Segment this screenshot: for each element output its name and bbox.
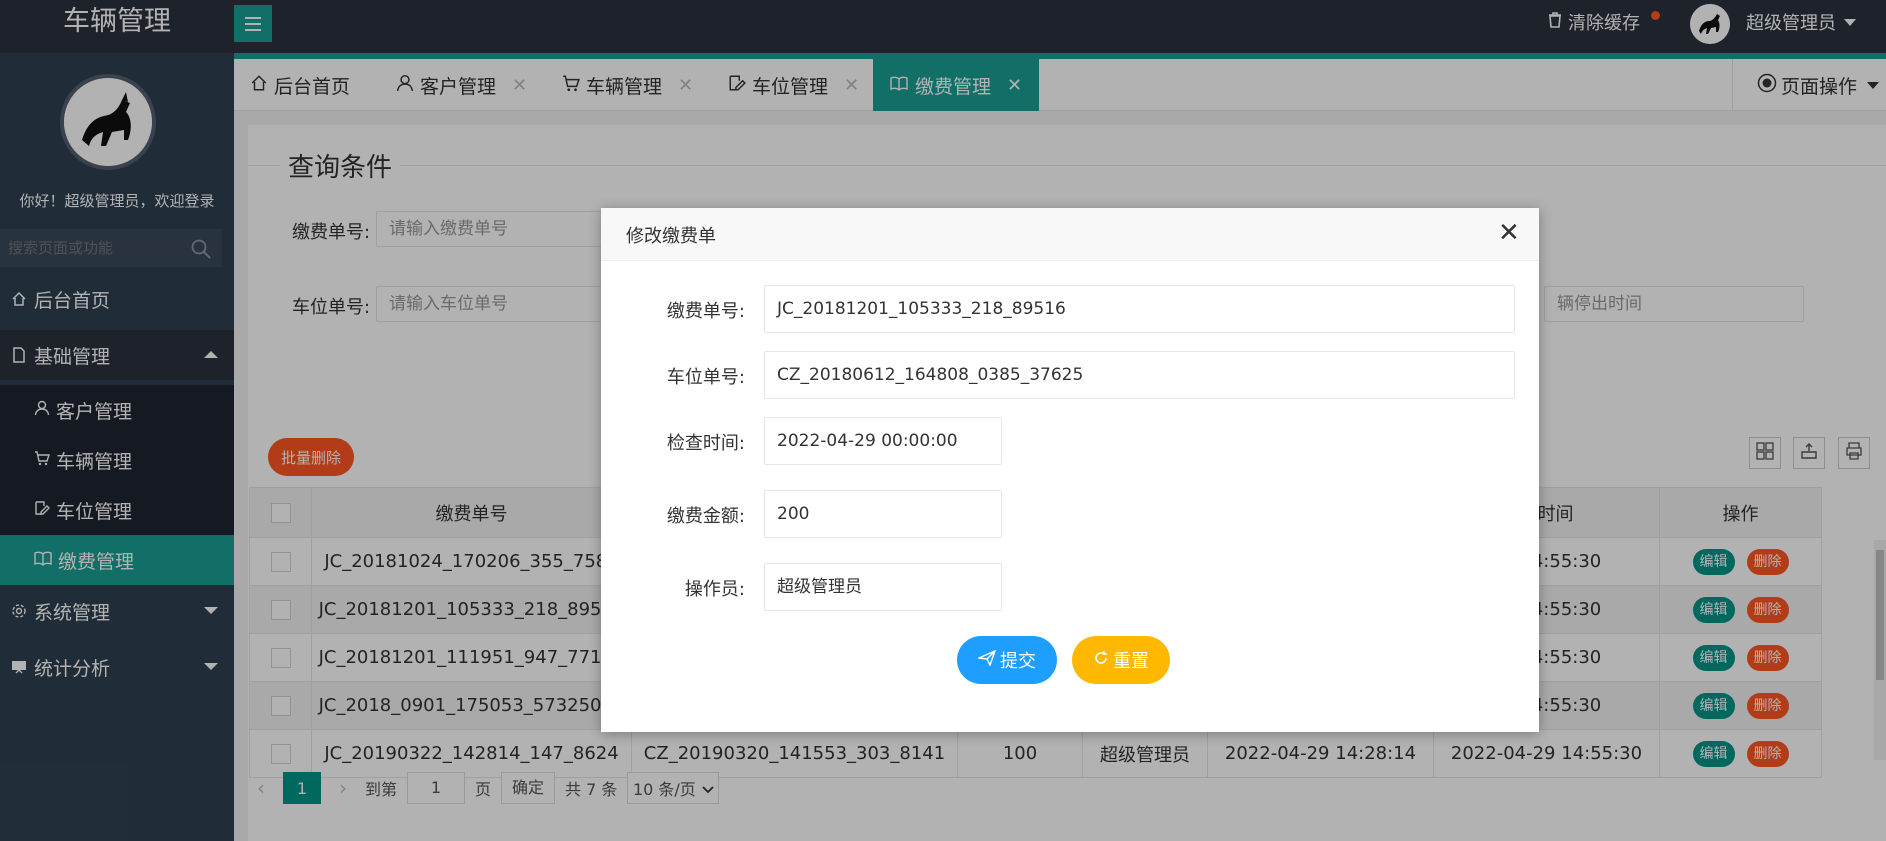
operator-field[interactable]: 超级管理员	[764, 563, 1002, 611]
reset-button[interactable]: 重置	[1072, 636, 1170, 684]
space-no-label: 车位单号:	[666, 367, 745, 388]
edit-payment-dialog: 修改缴费单 ✕ 缴费单号: JC_20181201_105333_218_895…	[601, 208, 1539, 732]
reset-label: 重置	[1113, 651, 1149, 672]
operator-label: 操作员:	[684, 579, 745, 600]
check-time-field[interactable]: 2022-04-29 00:00:00	[764, 417, 1002, 465]
fee-no-label: 缴费单号:	[666, 301, 745, 322]
dialog-header: 修改缴费单 ✕	[601, 208, 1539, 261]
dialog-title: 修改缴费单	[626, 226, 716, 247]
check-time-label: 检查时间:	[666, 433, 745, 454]
close-icon[interactable]: ✕	[1498, 220, 1520, 246]
amount-field[interactable]: 200	[764, 490, 1002, 538]
send-icon	[976, 649, 997, 671]
submit-button[interactable]: 提交	[957, 636, 1057, 684]
refresh-icon	[1093, 650, 1109, 671]
fee-no-field[interactable]: JC_20181201_105333_218_89516	[764, 285, 1515, 333]
amount-label: 缴费金额:	[666, 506, 745, 527]
submit-label: 提交	[1000, 651, 1036, 672]
space-no-field[interactable]: CZ_20180612_164808_0385_37625	[764, 351, 1515, 399]
